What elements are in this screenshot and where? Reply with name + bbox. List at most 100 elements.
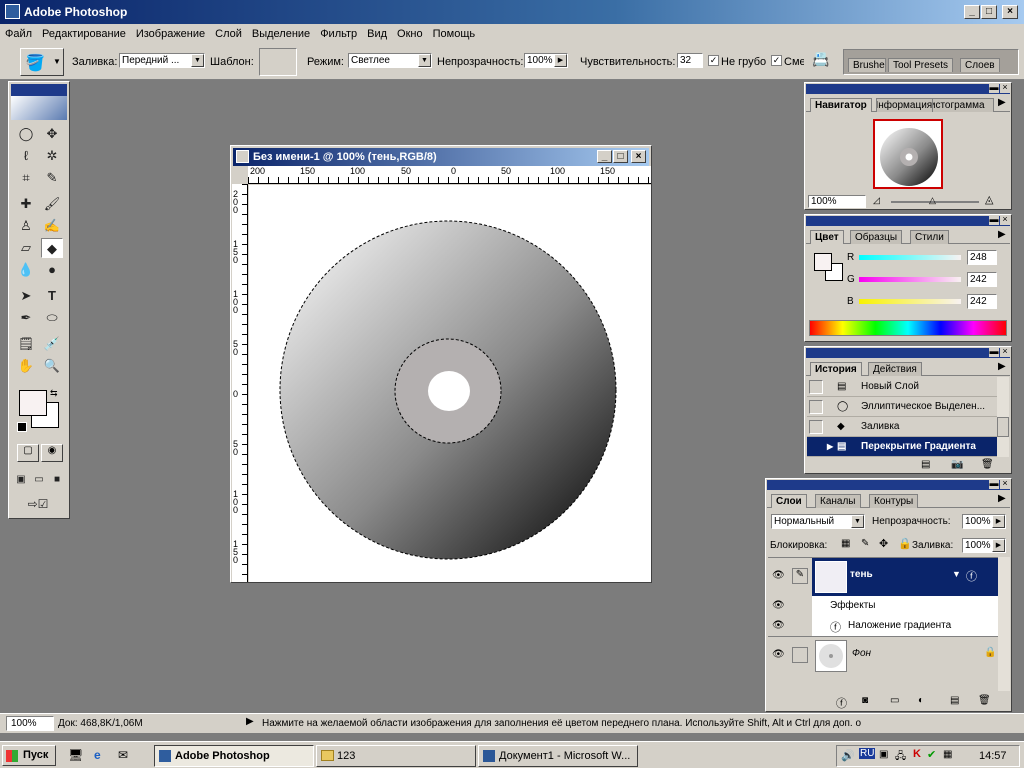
screen-mode-standard-icon[interactable]: ▣ xyxy=(13,470,29,490)
history-item[interactable]: ◆ Заливка xyxy=(807,417,1003,437)
slider-thumb-icon[interactable]: △ xyxy=(929,195,936,206)
tab-navigator[interactable]: Навигатор xyxy=(810,98,872,112)
eraser-tool-icon[interactable]: ▱ xyxy=(15,238,37,258)
foreground-color-swatch[interactable] xyxy=(19,390,47,416)
new-document-from-state-icon[interactable]: ▤ xyxy=(921,459,930,470)
link-box[interactable] xyxy=(792,647,808,663)
outlook-express-icon[interactable]: ✉ xyxy=(118,748,128,762)
file-browser-icon[interactable]: 📇 xyxy=(812,51,834,71)
g-slider[interactable] xyxy=(859,277,961,282)
type-tool-icon[interactable]: T xyxy=(41,286,63,306)
tray-app-icon[interactable]: ▣ xyxy=(879,749,888,760)
lock-transparency-icon[interactable]: ▦ xyxy=(841,538,850,549)
panel-minimize-icon[interactable]: ▬ xyxy=(989,215,999,225)
antialias-checkbox[interactable]: ✓ xyxy=(708,55,719,66)
eye-icon[interactable]: 👁 xyxy=(772,600,785,611)
layer-opacity-input[interactable]: 100% ▶ xyxy=(962,514,1006,529)
standard-mode-button[interactable]: ▢ xyxy=(17,444,39,462)
blur-tool-icon[interactable]: 💧 xyxy=(15,260,37,280)
panel-close-icon[interactable]: × xyxy=(1000,479,1010,489)
slice-tool-icon[interactable]: ✎ xyxy=(41,168,63,188)
menu-filter[interactable]: Фильтр xyxy=(315,24,362,44)
zoom-out-icon[interactable]: ◿ xyxy=(873,195,880,206)
status-zoom-field[interactable]: 100% xyxy=(6,716,54,731)
path-selection-tool-icon[interactable]: ➤ xyxy=(15,286,37,306)
panel-menu-icon[interactable]: ▶ xyxy=(998,361,1006,372)
trash-icon[interactable]: 🗑 xyxy=(981,459,994,470)
taskbar-item-photoshop[interactable]: Adobe Photoshop xyxy=(154,745,314,767)
tray-monitor-icon[interactable]: ▦ xyxy=(943,749,952,760)
navigator-thumbnail[interactable] xyxy=(873,119,943,189)
jump-to-imageready-icon[interactable]: ⇨☑ xyxy=(15,494,61,514)
dodge-tool-icon[interactable]: ● xyxy=(41,260,63,280)
opacity-input[interactable]: 100% ▶ xyxy=(524,53,568,68)
chevron-right-icon[interactable]: ▶ xyxy=(554,54,567,67)
b-slider[interactable] xyxy=(859,299,961,304)
tab-color[interactable]: Цвет xyxy=(810,230,844,244)
magic-wand-tool-icon[interactable]: ✲ xyxy=(41,146,63,166)
swap-colors-icon[interactable]: ⇆ xyxy=(50,388,58,399)
screen-mode-menubar-icon[interactable]: ▭ xyxy=(31,470,47,490)
new-snapshot-icon[interactable]: 📷 xyxy=(951,459,963,470)
start-button[interactable]: Пуск xyxy=(2,745,56,766)
trash-icon[interactable]: 🗑 xyxy=(978,695,991,706)
panel-close-icon[interactable]: × xyxy=(1000,215,1010,225)
eye-icon[interactable]: 👁 xyxy=(772,649,785,660)
g-input[interactable]: 242 xyxy=(967,272,997,287)
history-item[interactable]: ▤ Новый Слой xyxy=(807,377,1003,397)
tab-styles[interactable]: Стили xyxy=(910,230,949,244)
layer-row-background[interactable]: 👁 Фон 🔒 xyxy=(768,636,998,674)
layer-row-shadow[interactable]: 👁 ✎ тень ▼ ⓕ xyxy=(768,558,998,596)
tab-actions[interactable]: Действия xyxy=(868,362,922,376)
internet-explorer-icon[interactable]: e xyxy=(94,748,101,762)
hand-tool-icon[interactable]: ✋ xyxy=(15,356,37,376)
maximize-button[interactable]: □ xyxy=(981,5,997,19)
healing-brush-tool-icon[interactable]: ✚ xyxy=(15,194,37,214)
tab-info[interactable]: Информация xyxy=(876,98,936,112)
layer-effects-row[interactable]: 👁 Эффекты xyxy=(768,596,998,616)
panel-menu-icon[interactable]: ▶ xyxy=(998,229,1006,240)
tolerance-input[interactable]: 32 xyxy=(677,53,703,68)
lock-all-icon[interactable]: 🔒 xyxy=(898,537,912,550)
panel-close-icon[interactable]: × xyxy=(1000,83,1010,93)
close-button[interactable]: × xyxy=(1002,5,1018,19)
quick-mask-button[interactable]: ◉ xyxy=(41,444,63,462)
tab-histogram[interactable]: Гистограмма xyxy=(932,98,994,112)
history-scrollbar[interactable] xyxy=(997,377,1009,457)
layer-fill-input[interactable]: 100% ▶ xyxy=(962,538,1006,553)
panel-close-icon[interactable]: × xyxy=(1000,347,1010,357)
crop-tool-icon[interactable]: ⌗ xyxy=(15,168,37,188)
effects-expand-icon[interactable]: ▼ xyxy=(952,569,961,579)
menu-file[interactable]: Файл xyxy=(0,24,37,44)
tool-preset-picker[interactable]: 🪣 ▼ xyxy=(20,48,64,76)
lock-position-icon[interactable]: ✥ xyxy=(879,537,888,550)
lasso-tool-icon[interactable]: ℓ xyxy=(15,146,37,166)
show-desktop-icon[interactable]: 🖥 xyxy=(68,748,83,762)
brush-tool-icon[interactable]: 🖌 xyxy=(41,194,63,214)
eye-icon[interactable]: 👁 xyxy=(772,620,785,631)
language-indicator[interactable]: RU xyxy=(859,748,876,759)
shape-tool-icon[interactable]: ⬭ xyxy=(41,308,63,328)
chevron-right-icon[interactable]: ▶ xyxy=(992,515,1005,528)
pattern-picker[interactable] xyxy=(259,48,297,76)
default-colors-icon[interactable] xyxy=(17,422,27,432)
minimize-button[interactable]: _ xyxy=(964,5,980,19)
color-fg-swatch[interactable] xyxy=(814,253,832,271)
new-layer-icon[interactable]: ▤ xyxy=(950,695,959,706)
adobe-online-feather-icon[interactable] xyxy=(11,96,67,120)
r-input[interactable]: 248 xyxy=(967,250,997,265)
history-item-selected[interactable]: ▶ ▤ Перекрытие Градиента xyxy=(807,437,1003,457)
lock-image-icon[interactable]: ✎ xyxy=(861,538,869,549)
taskbar-item-word[interactable]: Документ1 - Microsoft W... xyxy=(478,745,638,767)
layer-effect-gradient-row[interactable]: 👁 ⓕ Наложение градиента xyxy=(768,616,998,636)
clone-stamp-tool-icon[interactable]: ♙ xyxy=(15,216,37,236)
fill-select[interactable]: Передний ... ▼ xyxy=(119,53,205,68)
brush-link-icon[interactable]: ✎ xyxy=(792,568,808,584)
palette-well-tab-layers[interactable]: Слоев xyxy=(960,58,1000,72)
doc-maximize-button[interactable]: □ xyxy=(613,150,628,163)
history-item[interactable]: ◯ Эллиптическое Выделен... xyxy=(807,397,1003,417)
layers-scrollbar[interactable] xyxy=(998,557,1010,691)
taskbar-item-folder[interactable]: 123 xyxy=(316,745,476,767)
pen-tool-icon[interactable]: ✒ xyxy=(15,308,37,328)
color-spectrum-bar[interactable] xyxy=(809,320,1007,336)
